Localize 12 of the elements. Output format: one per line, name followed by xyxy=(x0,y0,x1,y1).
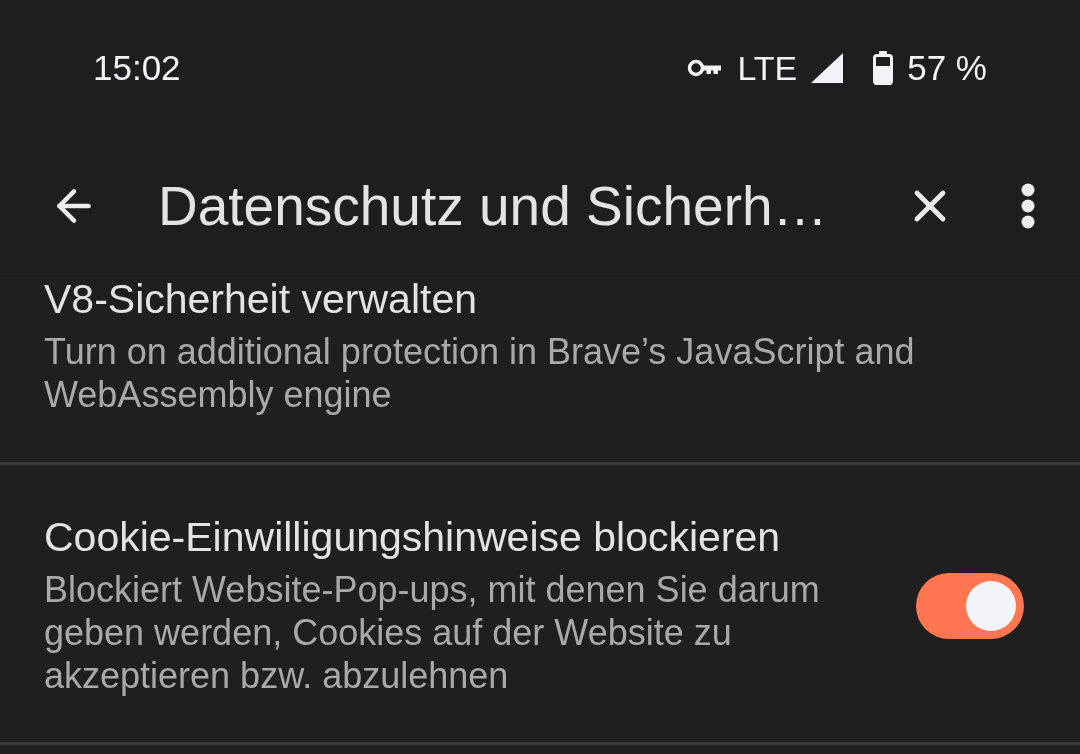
status-time: 15:02 xyxy=(93,47,181,88)
battery-percentage: 57 % xyxy=(907,47,987,88)
setting-title: Cookie-Einwilligungshinweise blockieren xyxy=(44,515,782,559)
network-type: LTE xyxy=(737,47,798,88)
setting-description: Turn on additional protection in Brave’s JavaScript and WebAssembly engine xyxy=(44,330,916,416)
setting-title: V8-Sicherheit verwalten xyxy=(44,277,478,321)
setting-description: Blockiert Website-Pop-ups, mit denen Sie darum geben werden, Cookies auf der Website zu akzeptieren bzw. abzulehnen xyxy=(44,568,821,697)
key-icon xyxy=(687,57,724,78)
more-options-icon xyxy=(1021,182,1035,229)
battery-icon xyxy=(873,50,894,85)
toolbar-title: Datenschutz und Sicherh… xyxy=(158,173,829,238)
signal-icon xyxy=(811,52,844,83)
